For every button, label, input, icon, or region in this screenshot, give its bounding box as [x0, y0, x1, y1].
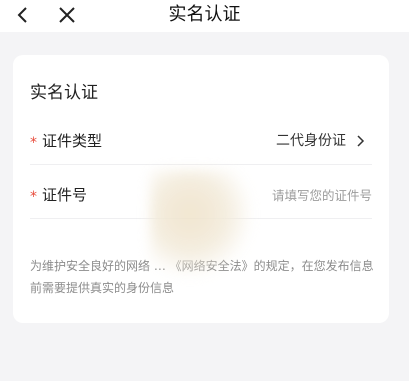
id-type-row[interactable]: * 证件类型 二代身份证 [30, 121, 372, 165]
card-title: 实名认证 [30, 83, 98, 103]
id-type-value[interactable]: 二代身份证 [276, 130, 346, 152]
page-title: 实名认证 [168, 4, 241, 25]
id-number-label: 证件号 [42, 186, 88, 204]
chevron-right-icon[interactable] [352, 133, 368, 149]
nav-bar: 实名认证 [0, 0, 409, 32]
id-type-label: 证件类型 [42, 132, 103, 150]
required-mark: * [30, 135, 37, 151]
blurred-overlay [150, 170, 250, 280]
required-mark: * [30, 189, 37, 205]
